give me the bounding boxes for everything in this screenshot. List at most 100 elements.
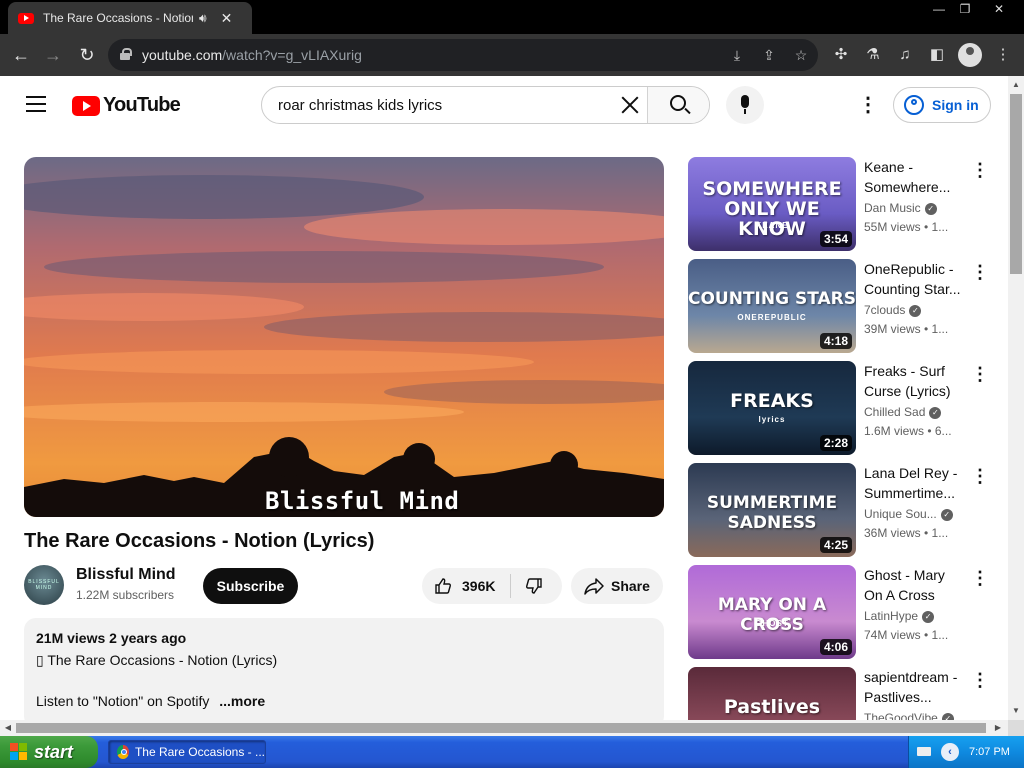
video-title: The Rare Occasions - Notion (Lyrics) (24, 530, 375, 552)
search-button[interactable] (647, 87, 709, 123)
more-options-icon[interactable]: ⋮ (971, 567, 989, 589)
recommendation-title[interactable]: sapientdream - Pastlives... (864, 667, 964, 707)
settings-kebab-icon[interactable]: ⋮ (858, 94, 878, 116)
search-icon (670, 95, 686, 111)
recommendation-channel[interactable]: Unique Sou... ✓ (864, 507, 953, 521)
scroll-up-arrow-icon[interactable]: ▲ (1008, 78, 1024, 92)
scroll-left-arrow-icon[interactable]: ◀ (0, 720, 16, 736)
recommendation-channel[interactable]: LatinHype ✓ (864, 609, 935, 623)
tab-close-icon[interactable]: ✕ (221, 10, 233, 27)
video-player[interactable]: Blissful Mind (24, 157, 664, 517)
youtube-favicon-icon (18, 12, 34, 24)
recommendation-card[interactable]: COUNTING STARS ONEREPUBLIC 4:18 OneRepublic… (688, 259, 989, 353)
share-page-icon[interactable]: ⇪ (758, 44, 780, 66)
like-dislike-group: 396K (422, 568, 562, 604)
bookmark-star-icon[interactable]: ☆ (790, 44, 812, 66)
taskbar-chrome-window[interactable]: The Rare Occasions - ... (108, 740, 266, 764)
recommendation-channel[interactable]: TheGoodVibe ✓ (864, 711, 954, 720)
video-thumbnail[interactable]: FREAKS lyrics 2:28 (688, 361, 856, 455)
video-thumbnail[interactable]: SOMEWHERE ONLY WE KNOW KEANE 3:54 (688, 157, 856, 251)
duration-badge: 3:54 (819, 231, 852, 247)
back-arrow-icon[interactable]: ← (8, 42, 34, 68)
sign-in-button[interactable]: Sign in (893, 87, 991, 123)
voice-search-button[interactable] (726, 86, 764, 124)
recommendation-card[interactable]: MARY ON A CROSS GHOST 4:06 Ghost - Mary On … (688, 565, 989, 659)
duration-badge: 4:06 (819, 639, 852, 655)
recommendation-views: 55M views • 1... (864, 220, 949, 234)
video-thumbnail[interactable]: COUNTING STARS ONEREPUBLIC 4:18 (688, 259, 856, 353)
thumbnail-text: SUMMERTIME SADNESS (706, 493, 838, 533)
sign-in-label: Sign in (932, 97, 979, 113)
share-button[interactable]: Share (571, 568, 663, 604)
youtube-logo[interactable]: YouTube (72, 94, 181, 117)
thumbnail-text: SOMEWHERE (702, 178, 842, 200)
description-box[interactable]: 21M views 2 years ago ▯ The Rare Occasio… (24, 618, 664, 720)
recommendation-channel[interactable]: Dan Music ✓ (864, 201, 937, 215)
recommendation-channel[interactable]: Chilled Sad ✓ (864, 405, 942, 419)
search-input[interactable] (262, 87, 646, 123)
restore-button[interactable]: ❐ (950, 0, 980, 18)
close-window-button[interactable]: ✕ (984, 0, 1014, 18)
subscribe-button[interactable]: Subscribe (203, 568, 298, 604)
more-options-icon[interactable]: ⋮ (971, 159, 989, 181)
description-line: ▯ The Rare Occasions - Notion (Lyrics) (36, 652, 278, 668)
more-options-icon[interactable]: ⋮ (971, 363, 989, 385)
recommendation-title[interactable]: Keane - Somewhere... (864, 157, 964, 197)
thumbnail-subtext: KEANE (755, 221, 789, 230)
youtube-play-icon (72, 95, 100, 116)
like-button[interactable]: 396K (422, 568, 510, 604)
recommendation-card[interactable]: FREAKS lyrics 2:28 Freaks - Surf Curse (Lyr… (688, 361, 989, 455)
recommendation-card[interactable]: Pastlives sapientdream - Pastlives... TheG… (688, 667, 989, 720)
recommendation-title[interactable]: Lana Del Rey - Summertime... (864, 463, 964, 503)
video-thumbnail[interactable]: SUMMERTIME SADNESS 4:25 (688, 463, 856, 557)
thumbnail-text: COUNTING STARS (688, 289, 856, 309)
start-button[interactable]: start (0, 736, 98, 768)
recommendation-views: 36M views • 1... (864, 526, 949, 540)
horizontal-scrollbar[interactable]: ◀ ▶ (0, 720, 1008, 736)
address-bar[interactable]: youtube.com/watch?v=g_vLIAXurig ⤓ ⇪ ☆ (108, 39, 818, 71)
horizontal-scroll-thumb[interactable] (16, 723, 986, 733)
media-controls-icon[interactable]: ♫ (894, 44, 916, 66)
video-thumbnail[interactable]: Pastlives (688, 667, 856, 720)
show-hidden-icons-icon[interactable]: ‹ (941, 743, 959, 761)
scroll-right-arrow-icon[interactable]: ▶ (990, 720, 1006, 736)
video-watermark: Blissful Mind (265, 487, 460, 515)
extensions-puzzle-icon[interactable]: ✣ (830, 44, 852, 66)
channel-avatar[interactable]: BLISSFUL MIND (24, 565, 64, 605)
recommendation-card[interactable]: SUMMERTIME SADNESS 4:25 Lana Del Rey - Sum… (688, 463, 989, 557)
clock: 7:07 PM (969, 746, 1010, 758)
browser-tab-bar: The Rare Occasions - Notion (L 🔊︎ ✕ — ❐ … (0, 0, 1024, 34)
taskbar-window-label: The Rare Occasions - ... (134, 745, 265, 759)
recommendation-title[interactable]: Ghost - Mary On A Cross (864, 565, 964, 605)
thumbnail-text: MARY ON A CROSS (717, 595, 827, 635)
more-options-icon[interactable]: ⋮ (971, 261, 989, 283)
recommendation-card[interactable]: SOMEWHERE ONLY WE KNOW KEANE 3:54 Keane - So… (688, 157, 989, 251)
more-options-icon[interactable]: ⋮ (971, 669, 989, 691)
recommendation-title[interactable]: Freaks - Surf Curse (Lyrics) (864, 361, 964, 401)
recommendation-channel[interactable]: 7clouds ✓ (864, 303, 922, 317)
channel-name[interactable]: Blissful Mind (76, 566, 176, 584)
install-app-icon[interactable]: ⤓ (726, 44, 748, 66)
reload-icon[interactable]: ↻ (74, 42, 100, 68)
hamburger-menu-icon[interactable] (26, 96, 46, 112)
vertical-scroll-thumb[interactable] (1010, 94, 1022, 274)
more-link[interactable]: ...more (219, 693, 265, 709)
browser-tab[interactable]: The Rare Occasions - Notion (L 🔊︎ ✕ (8, 2, 252, 34)
speaker-icon[interactable]: 🔊︎ (199, 11, 207, 26)
profile-avatar-icon[interactable] (958, 43, 982, 67)
tab-title: The Rare Occasions - Notion (L (43, 11, 193, 25)
browser-menu-icon[interactable]: ⋮ (992, 44, 1014, 66)
recommendation-title[interactable]: OneRepublic - Counting Star... (864, 259, 964, 299)
forward-arrow-icon[interactable]: → (40, 42, 66, 68)
keyboard-icon[interactable] (917, 747, 931, 756)
scroll-down-arrow-icon[interactable]: ▼ (1008, 704, 1024, 718)
thumbnail-text: Pastlives (723, 696, 821, 718)
dislike-button[interactable] (511, 568, 562, 604)
video-thumbnail[interactable]: MARY ON A CROSS GHOST 4:06 (688, 565, 856, 659)
clear-search-icon[interactable] (618, 93, 642, 117)
side-panel-icon[interactable]: ◧ (926, 44, 948, 66)
more-options-icon[interactable]: ⋮ (971, 465, 989, 487)
like-count: 396K (462, 578, 496, 594)
labs-flask-icon[interactable]: ⚗ (862, 44, 884, 66)
vertical-scrollbar[interactable]: ▲ ▼ (1008, 76, 1024, 720)
